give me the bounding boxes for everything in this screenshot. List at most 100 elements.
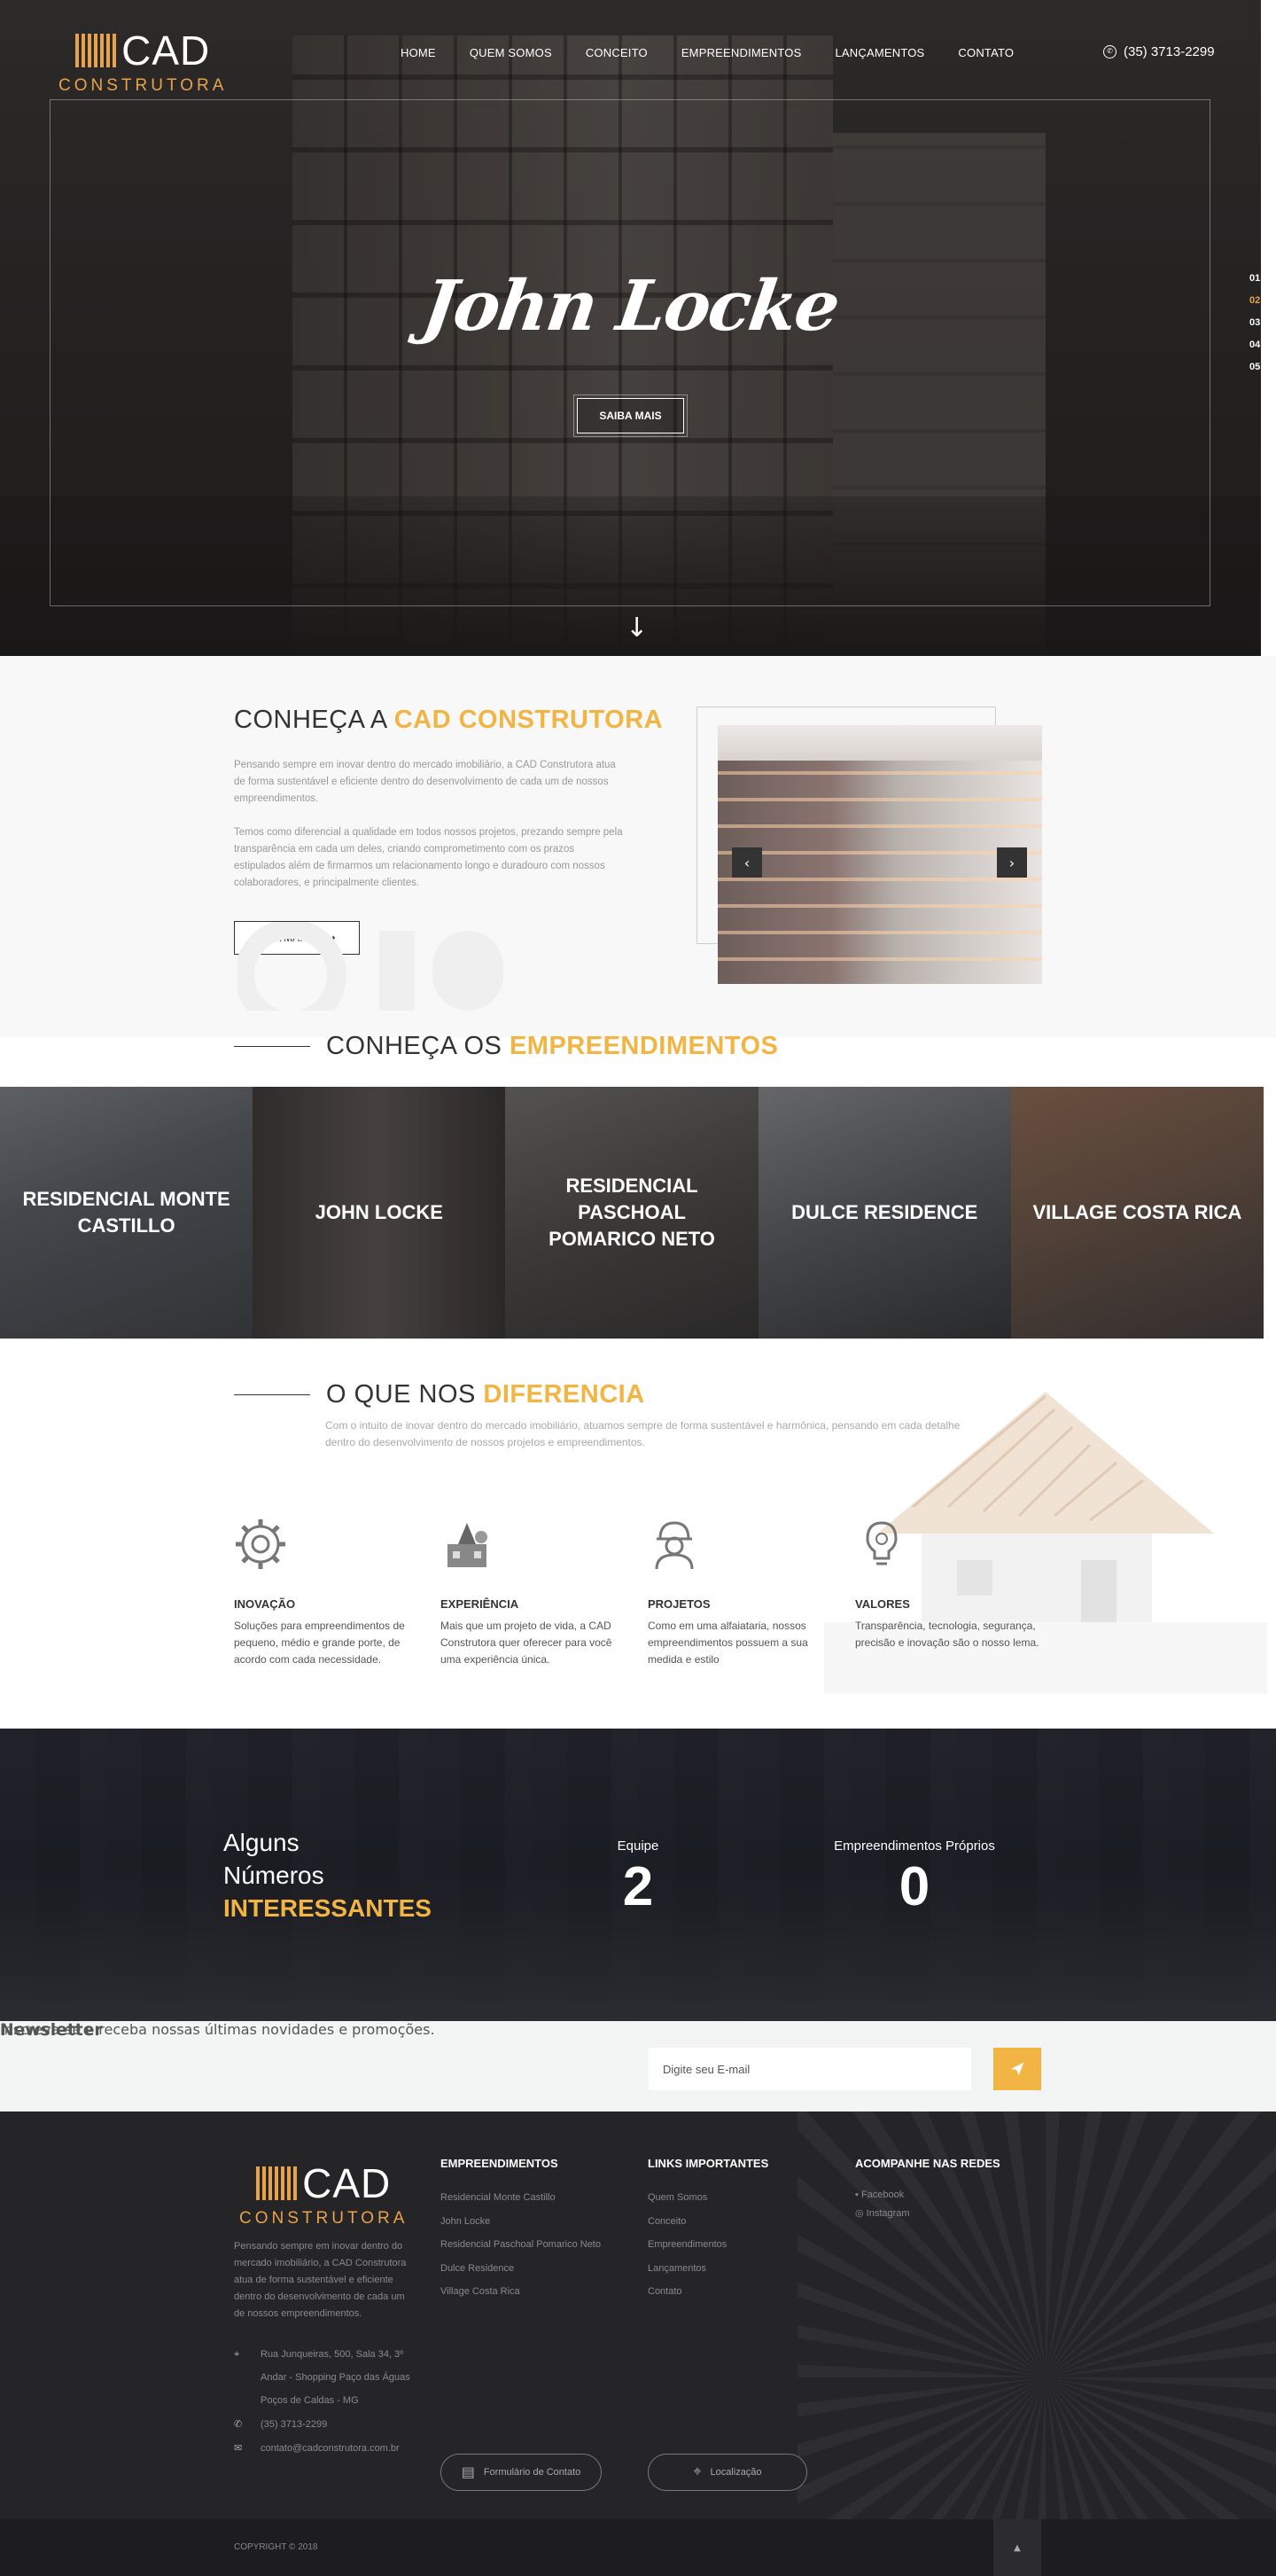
empreendimento-card-village-costa-rica[interactable]: VILLAGE COSTA RICA [1010,1087,1264,1339]
feature-projetos: PROJETOS Como em uma alfaiataria, nossos… [648,1518,838,1668]
empreendimentos-heading: CONHEÇA OS EMPREENDIMENTOS [234,1032,778,1061]
footer-about: Pensando sempre em inovar dentro do merc… [234,2241,407,2319]
form-icon: ▤ [461,2465,475,2480]
feature-valores: VALORES Transparência, tecnologia, segur… [855,1518,1046,1651]
hero-saiba-mais-button[interactable]: SAIBA MAIS [573,394,688,437]
stat-value: 2 [622,1856,654,1917]
newsletter-text: Inscreva-se e receba nossas últimas novi… [0,2021,435,2038]
chevron-right-icon: › [1008,854,1015,871]
empreendimento-card-dulce-residence[interactable]: DULCE RESIDENCE [758,1087,1012,1339]
chevron-left-icon: ‹ [743,854,751,871]
slide-indicator-3[interactable]: 03 [1249,317,1260,328]
footer-col-empreendimentos: EMPREENDIMENTOS Residencial Monte Castil… [440,2157,601,2304]
header-phone-number: (35) 3713-2299 [1124,44,1215,59]
feature-text: Soluções para empreendimentos de pequeno… [234,1620,405,1666]
copyright-text: COPYRIGHT © 2018 [234,2542,318,2552]
main-nav: HOME QUEM SOMOS CONCEITO EMPREENDIMENTOS… [401,46,1047,59]
construction-icon [447,1523,487,1567]
footer-link[interactable]: Contato [648,2280,768,2304]
idea-icon [866,1521,898,1565]
location-button[interactable]: ⌖ Localização [648,2454,807,2491]
diferencia-subtitle: Com o intuito de inovar dentro do mercad… [325,1419,961,1448]
paper-plane-icon [1010,2062,1024,2076]
slide-indicators: 01 02 03 04 05 [1249,273,1260,372]
feature-text: Mais que um projeto de vida, a CAD Const… [440,1620,612,1666]
whatsapp-icon: ✆ [1103,45,1116,59]
nav-lancamentos[interactable]: LANÇAMENTOS [835,46,924,59]
logo-name: CAD [302,2160,392,2206]
footer-address: ⌖ Rua Junqueiras, 500, Sala 34, 3º Andar… [234,2343,410,2412]
copyright-bar: COPYRIGHT © 2018 [0,2519,1276,2576]
empreendimento-card-monte-castillo[interactable]: RESIDENCIAL MONTE CASTILLO [0,1087,253,1339]
worker-icon [655,1521,694,1570]
stat-equipe: Equipe 2 [567,1838,709,1918]
footer-link[interactable]: Village Costa Rica [440,2280,601,2304]
back-to-top-button[interactable]: ▲ [993,2519,1041,2576]
feature-title: INOVAÇÃO [234,1597,296,1611]
contact-form-button[interactable]: ▤ Formulário de Contato [440,2454,602,2491]
nav-quem-somos[interactable]: QUEM SOMOS [470,46,552,59]
logo-subtitle: CONSTRUTORA [58,76,228,95]
feature-text: Transparência, tecnologia, segurança, pr… [855,1620,1039,1649]
nav-empreendimentos[interactable]: EMPREENDIMENTOS [681,46,802,59]
envelope-icon: ✉ [234,2443,243,2454]
nav-contato[interactable]: CONTATO [958,46,1014,59]
slide-indicator-5[interactable]: 05 [1249,362,1260,372]
stat-value: 0 [899,1856,930,1917]
feature-text: Como em uma alfaiataria, nossos empreend… [648,1620,808,1666]
empreendimento-card-paschoal-pomarico[interactable]: RESIDENCIAL PASCHOAL POMARICO NETO [505,1087,759,1339]
logo-name: CAD [121,27,211,74]
newsletter-send-button[interactable] [993,2048,1041,2090]
nav-home[interactable]: HOME [401,46,436,59]
slide-indicator-1[interactable]: 01 [1249,273,1260,284]
footer-email[interactable]: ✉ contato@cadconstrutora.com.br [234,2437,400,2460]
newsletter-email-input[interactable]: Digite seu E-mail [649,2048,971,2090]
about-building-image [718,725,1042,984]
stat-empreendimentos-proprios: Empreendimentos Próprios 0 [799,1838,1030,1918]
header-logo[interactable]: CAD CONSTRUTORA [58,27,227,96]
logo-bars-icon [256,2166,298,2200]
cad-watermark-logo [237,922,503,1011]
location-icon: ⌖ [693,2464,702,2479]
stat-label: Equipe [617,1838,659,1854]
diferencia-heading: O QUE NOS DIFERENCIA [234,1380,645,1409]
footer-facebook-link[interactable]: ▪ Facebook [855,2186,1000,2205]
footer-link[interactable]: John Locke [440,2210,601,2234]
carousel-prev-button[interactable]: ‹ [732,847,762,878]
instagram-icon: ◎ [855,2208,867,2219]
footer-phone[interactable]: ✆ (35) 3713-2299 [234,2413,327,2436]
footer-link[interactable]: Lançamentos [648,2257,768,2281]
logo-bars-icon [75,34,117,67]
footer-link[interactable]: Residencial Monte Castillo [440,2186,601,2210]
footer-col-links: LINKS IMPORTANTES Quem Somos Conceito Em… [648,2157,768,2304]
facebook-icon: ▪ [855,2190,861,2200]
feature-inovacao: INOVAÇÃO Soluções para empreendimentos d… [234,1518,424,1668]
footer-link[interactable]: Dulce Residence [440,2257,601,2281]
footer-instagram-link[interactable]: ◎ Instagram [855,2205,1000,2223]
about-title: CONHEÇA A CAD CONSTRUTORA [234,706,664,734]
header-phone[interactable]: ✆ (35) 3713-2299 [1103,44,1215,59]
footer-link[interactable]: Empreendimentos [648,2233,768,2257]
footer-link[interactable]: Residencial Paschoal Pomarico Neto [440,2233,601,2257]
slide-indicator-2[interactable]: 02 [1249,295,1260,306]
slide-indicator-4[interactable]: 04 [1249,340,1260,350]
hero-frame [50,99,1210,606]
footer-link[interactable]: Conceito [648,2210,768,2234]
scroll-down-arrow-icon[interactable]: ↓ [626,615,648,642]
caret-up-icon: ▲ [1014,2542,1021,2553]
hero-title: John Locke [417,266,844,347]
feature-title: EXPERIÊNCIA [440,1597,519,1611]
about-paragraph-1: Pensando sempre em inovar dentro do merc… [234,760,616,804]
logo-subtitle: CONSTRUTORA [239,2209,408,2228]
empreendimento-card-john-locke[interactable]: JOHN LOCKE [253,1087,506,1339]
footer-link[interactable]: Quem Somos [648,2186,768,2210]
stat-label: Empreendimentos Próprios [834,1838,995,1854]
footer-logo[interactable]: CAD CONSTRUTORA [239,2159,408,2229]
empreendimentos-row: RESIDENCIAL MONTE CASTILLO JOHN LOCKE RE… [0,1087,1264,1339]
hero-section: CAD CONSTRUTORA HOME QUEM SOMOS CONCEITO… [0,0,1261,656]
footer-col-redes: ACOMPANHE NAS REDES ▪ Facebook ◎ Instagr… [855,2157,1000,2223]
nav-conceito[interactable]: CONCEITO [586,46,648,59]
carousel-next-button[interactable]: › [997,847,1027,878]
feature-title: VALORES [855,1597,910,1611]
map-pin-icon: ⌖ [234,2349,240,2360]
